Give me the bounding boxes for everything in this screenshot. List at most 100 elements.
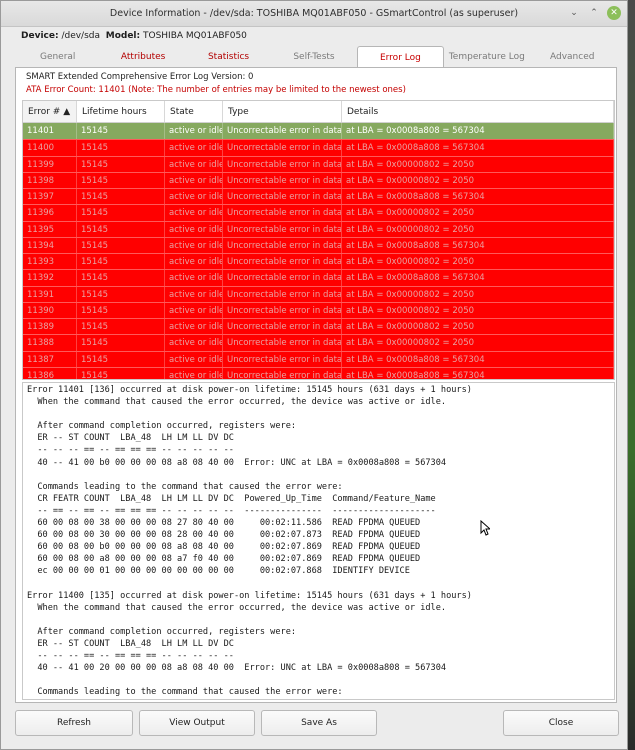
- cell-lifetime-hours: 15145: [77, 351, 165, 367]
- cell-details: at LBA = 0x0008a808 = 567304: [342, 270, 614, 286]
- table-row[interactable]: 11395 15145 active or idle Uncorrectable er…: [23, 220, 614, 237]
- cell-state: active or idle: [165, 189, 223, 205]
- table-row[interactable]: 11386 15145 active or idle Uncorrectable er…: [23, 366, 614, 379]
- title-bar[interactable]: Device Information - /dev/sda: TOSHIBA M…: [1, 1, 627, 27]
- column-header-state[interactable]: State: [165, 101, 223, 122]
- save-as-button[interactable]: Save As: [261, 710, 377, 736]
- cell-error-number: 11397: [23, 189, 77, 205]
- cell-details: at LBA = 0x00000802 = 2050: [342, 221, 614, 237]
- cell-lifetime-hours: 15145: [77, 140, 165, 156]
- error-details-text[interactable]: Error 11401 [136] occurred at disk power…: [22, 382, 615, 700]
- cell-lifetime-hours: 15145: [77, 335, 165, 351]
- error-table[interactable]: Error # ▲ Lifetime hours State Type Deta…: [22, 100, 615, 380]
- table-row-selected[interactable]: 11401 15145 active or idle Uncorrectable er…: [23, 123, 614, 140]
- cell-state: active or idle: [165, 351, 223, 367]
- column-header-details[interactable]: Details: [342, 101, 614, 122]
- cell-error-number: 11395: [23, 221, 77, 237]
- device-path: /dev/sda: [61, 31, 101, 41]
- cell-lifetime-hours: 15145: [77, 221, 165, 237]
- cell-details: at LBA = 0x00000802 = 2050: [342, 172, 614, 188]
- cell-type: Uncorrectable error in data: [223, 270, 342, 286]
- cell-details: at LBA = 0x0008a808 = 567304: [342, 237, 614, 253]
- close-button[interactable]: Close: [503, 710, 619, 736]
- cell-error-number: 11390: [23, 302, 77, 318]
- cell-details: at LBA = 0x00000802 = 2050: [342, 335, 614, 351]
- log-version: SMART Extended Comprehensive Error Log V…: [26, 72, 254, 82]
- cell-error-number: 11398: [23, 172, 77, 188]
- desktop-background: [628, 0, 635, 750]
- minimize-icon[interactable]: ⌄: [567, 6, 581, 20]
- close-icon[interactable]: ✕: [607, 6, 621, 20]
- tab-error-log[interactable]: Error Log: [356, 46, 445, 68]
- cell-error-number: 11393: [23, 254, 77, 270]
- table-row[interactable]: 11392 15145 active or idle Uncorrectable er…: [23, 269, 614, 286]
- table-row[interactable]: 11389 15145 active or idle Uncorrectable er…: [23, 318, 614, 335]
- text-cursor-icon: [480, 520, 490, 536]
- cell-details: at LBA = 0x00000802 = 2050: [342, 286, 614, 302]
- cell-state: active or idle: [165, 254, 223, 270]
- error-count: ATA Error Count: 11401 (Note: The number…: [26, 85, 406, 95]
- table-row[interactable]: 11390 15145 active or idle Uncorrectable er…: [23, 301, 614, 318]
- table-row[interactable]: 11398 15145 active or idle Uncorrectable er…: [23, 171, 614, 188]
- tab-general[interactable]: General: [15, 46, 100, 68]
- cell-type: Uncorrectable error in data: [223, 172, 342, 188]
- cell-type: Uncorrectable error in data: [223, 367, 342, 379]
- cell-error-number: 11391: [23, 286, 77, 302]
- cell-state: active or idle: [165, 367, 223, 379]
- cell-lifetime-hours: 15145: [77, 205, 165, 221]
- table-header: Error # ▲ Lifetime hours State Type Deta…: [23, 101, 614, 123]
- cell-state: active or idle: [165, 140, 223, 156]
- table-row[interactable]: 11394 15145 active or idle Uncorrectable er…: [23, 236, 614, 253]
- cell-type: Uncorrectable error in data: [223, 351, 342, 367]
- table-row[interactable]: 11393 15145 active or idle Uncorrectable er…: [23, 253, 614, 270]
- table-row[interactable]: 11400 15145 active or idle Uncorrectable er…: [23, 139, 614, 156]
- cell-type: Uncorrectable error in data: [223, 237, 342, 253]
- cell-error-number: 11399: [23, 156, 77, 172]
- column-header-lifetime-hours[interactable]: Lifetime hours: [77, 101, 165, 122]
- cell-state: active or idle: [165, 205, 223, 221]
- cell-lifetime-hours: 15145: [77, 172, 165, 188]
- cell-error-number: 11396: [23, 205, 77, 221]
- cell-state: active or idle: [165, 237, 223, 253]
- cell-type: Uncorrectable error in data: [223, 254, 342, 270]
- cell-type: Uncorrectable error in data: [223, 302, 342, 318]
- cell-type: Uncorrectable error in data: [223, 335, 342, 351]
- cell-lifetime-hours: 15145: [77, 319, 165, 335]
- column-header-error-number[interactable]: Error # ▲: [23, 101, 77, 122]
- tab-self-tests[interactable]: Self-Tests: [271, 46, 356, 68]
- cell-lifetime-hours: 15145: [77, 270, 165, 286]
- refresh-button[interactable]: Refresh: [15, 710, 133, 736]
- table-row[interactable]: 11396 15145 active or idle Uncorrectable er…: [23, 204, 614, 221]
- cell-state: active or idle: [165, 335, 223, 351]
- error-log-panel: SMART Extended Comprehensive Error Log V…: [15, 67, 617, 703]
- tab-advanced[interactable]: Advanced: [530, 46, 615, 68]
- table-row[interactable]: 11391 15145 active or idle Uncorrectable er…: [23, 285, 614, 302]
- cell-lifetime-hours: 15145: [77, 123, 165, 140]
- column-header-type[interactable]: Type: [223, 101, 342, 122]
- tab-temperature-log[interactable]: Temperature Log: [444, 46, 529, 68]
- view-output-button[interactable]: View Output: [139, 710, 255, 736]
- cell-state: active or idle: [165, 286, 223, 302]
- table-row[interactable]: 11399 15145 active or idle Uncorrectable er…: [23, 155, 614, 172]
- table-row[interactable]: 11387 15145 active or idle Uncorrectable er…: [23, 350, 614, 367]
- cell-type: Uncorrectable error in data: [223, 205, 342, 221]
- cell-error-number: 11386: [23, 367, 77, 379]
- cell-type: Uncorrectable error in data: [223, 140, 342, 156]
- cell-type: Uncorrectable error in data: [223, 156, 342, 172]
- device-label: Device:: [21, 31, 59, 41]
- tab-attributes[interactable]: Attributes: [100, 46, 185, 68]
- cell-details: at LBA = 0x0008a808 = 567304: [342, 123, 614, 140]
- table-body: 11401 15145 active or idle Uncorrectable er…: [23, 123, 614, 379]
- cell-state: active or idle: [165, 156, 223, 172]
- table-row[interactable]: 11397 15145 active or idle Uncorrectable er…: [23, 188, 614, 205]
- cell-error-number: 11400: [23, 140, 77, 156]
- cell-details: at LBA = 0x0008a808 = 567304: [342, 351, 614, 367]
- maximize-icon[interactable]: ⌃: [587, 6, 601, 20]
- table-row[interactable]: 11388 15145 active or idle Uncorrectable er…: [23, 334, 614, 351]
- device-info-window: Device Information - /dev/sda: TOSHIBA M…: [0, 0, 628, 750]
- cell-state: active or idle: [165, 319, 223, 335]
- tab-statistics[interactable]: Statistics: [186, 46, 271, 68]
- cell-state: active or idle: [165, 172, 223, 188]
- cell-details: at LBA = 0x0008a808 = 567304: [342, 189, 614, 205]
- cell-state: active or idle: [165, 221, 223, 237]
